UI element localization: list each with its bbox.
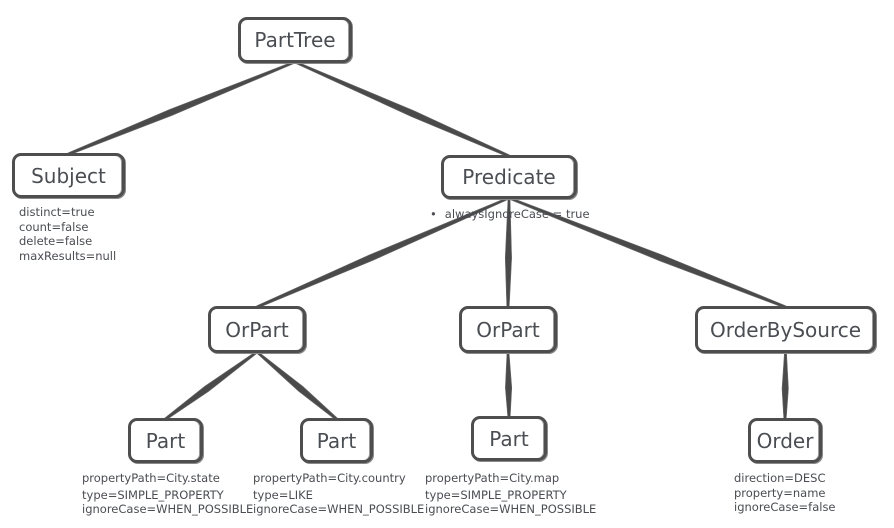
property-line: ignoreCase=WHEN_POSSIBLE: [82, 502, 254, 516]
property-line: property=name: [734, 485, 826, 500]
node-parttree[interactable]: PartTree: [238, 17, 352, 63]
predicate-properties: alwaysIgnoreCase = true: [430, 207, 590, 222]
node-part-country[interactable]: Part: [300, 418, 373, 463]
edge-orpart1-part1: [164, 350, 259, 421]
property-line: distinct=true: [19, 205, 95, 219]
property-line: propertyPath=City.country: [253, 471, 406, 485]
property-line: alwaysIgnoreCase = true: [430, 207, 590, 222]
node-order[interactable]: Order: [748, 418, 822, 463]
node-predicate[interactable]: Predicate: [441, 155, 577, 199]
node-orpart-left[interactable]: OrPart: [208, 306, 306, 353]
property-line: count=false: [19, 219, 89, 234]
property-line: type=SIMPLE_PROPERTY: [82, 487, 224, 502]
node-label: OrPart: [476, 317, 540, 342]
property-line: type=SIMPLE_PROPERTY: [425, 487, 567, 502]
part-state-properties: propertyPath=City.state type=SIMPLE_PROP…: [82, 471, 253, 517]
subject-properties: distinct=true count=false delete=false m…: [19, 205, 116, 263]
node-label: Subject: [31, 163, 106, 188]
node-label: Part: [316, 428, 357, 453]
part-map-properties: propertyPath=City.map type=SIMPLE_PROPER…: [425, 471, 596, 517]
node-label: Predicate: [462, 165, 556, 189]
node-subject[interactable]: Subject: [12, 153, 125, 198]
node-label: OrPart: [225, 317, 289, 342]
node-label: Order: [756, 428, 814, 453]
node-part-map[interactable]: Part: [471, 416, 547, 461]
edge-parttree-predicate: [294, 60, 510, 158]
property-line: delete=false: [19, 234, 93, 248]
node-orderbysource[interactable]: OrderBySource: [695, 306, 876, 353]
node-label: PartTree: [254, 28, 336, 52]
edge-orpart2-part3: [505, 351, 513, 418]
property-line: propertyPath=City.map: [425, 471, 560, 485]
node-label: OrderBySource: [709, 317, 862, 342]
edge-orderbysource-order: [781, 351, 789, 420]
property-line: direction=DESC: [734, 471, 826, 485]
property-line: type=LIKE: [253, 487, 313, 502]
node-label: Part: [145, 428, 186, 453]
edge-orpart1-part2: [255, 350, 338, 421]
edge-parttree-subject: [67, 60, 296, 156]
property-line: propertyPath=City.state: [82, 471, 220, 485]
node-orpart-middle[interactable]: OrPart: [459, 306, 557, 353]
property-line: ignoreCase=false: [734, 500, 836, 514]
order-properties: direction=DESC property=name ignoreCase=…: [734, 471, 836, 515]
property-line: ignoreCase=WHEN_POSSIBLE: [253, 502, 425, 516]
node-label: Part: [489, 426, 529, 451]
node-part-state[interactable]: Part: [128, 418, 203, 463]
property-line: maxResults=null: [19, 248, 117, 263]
property-line: ignoreCase=WHEN_POSSIBLE: [425, 502, 597, 516]
part-country-properties: propertyPath=City.country type=LIKE igno…: [253, 471, 424, 517]
